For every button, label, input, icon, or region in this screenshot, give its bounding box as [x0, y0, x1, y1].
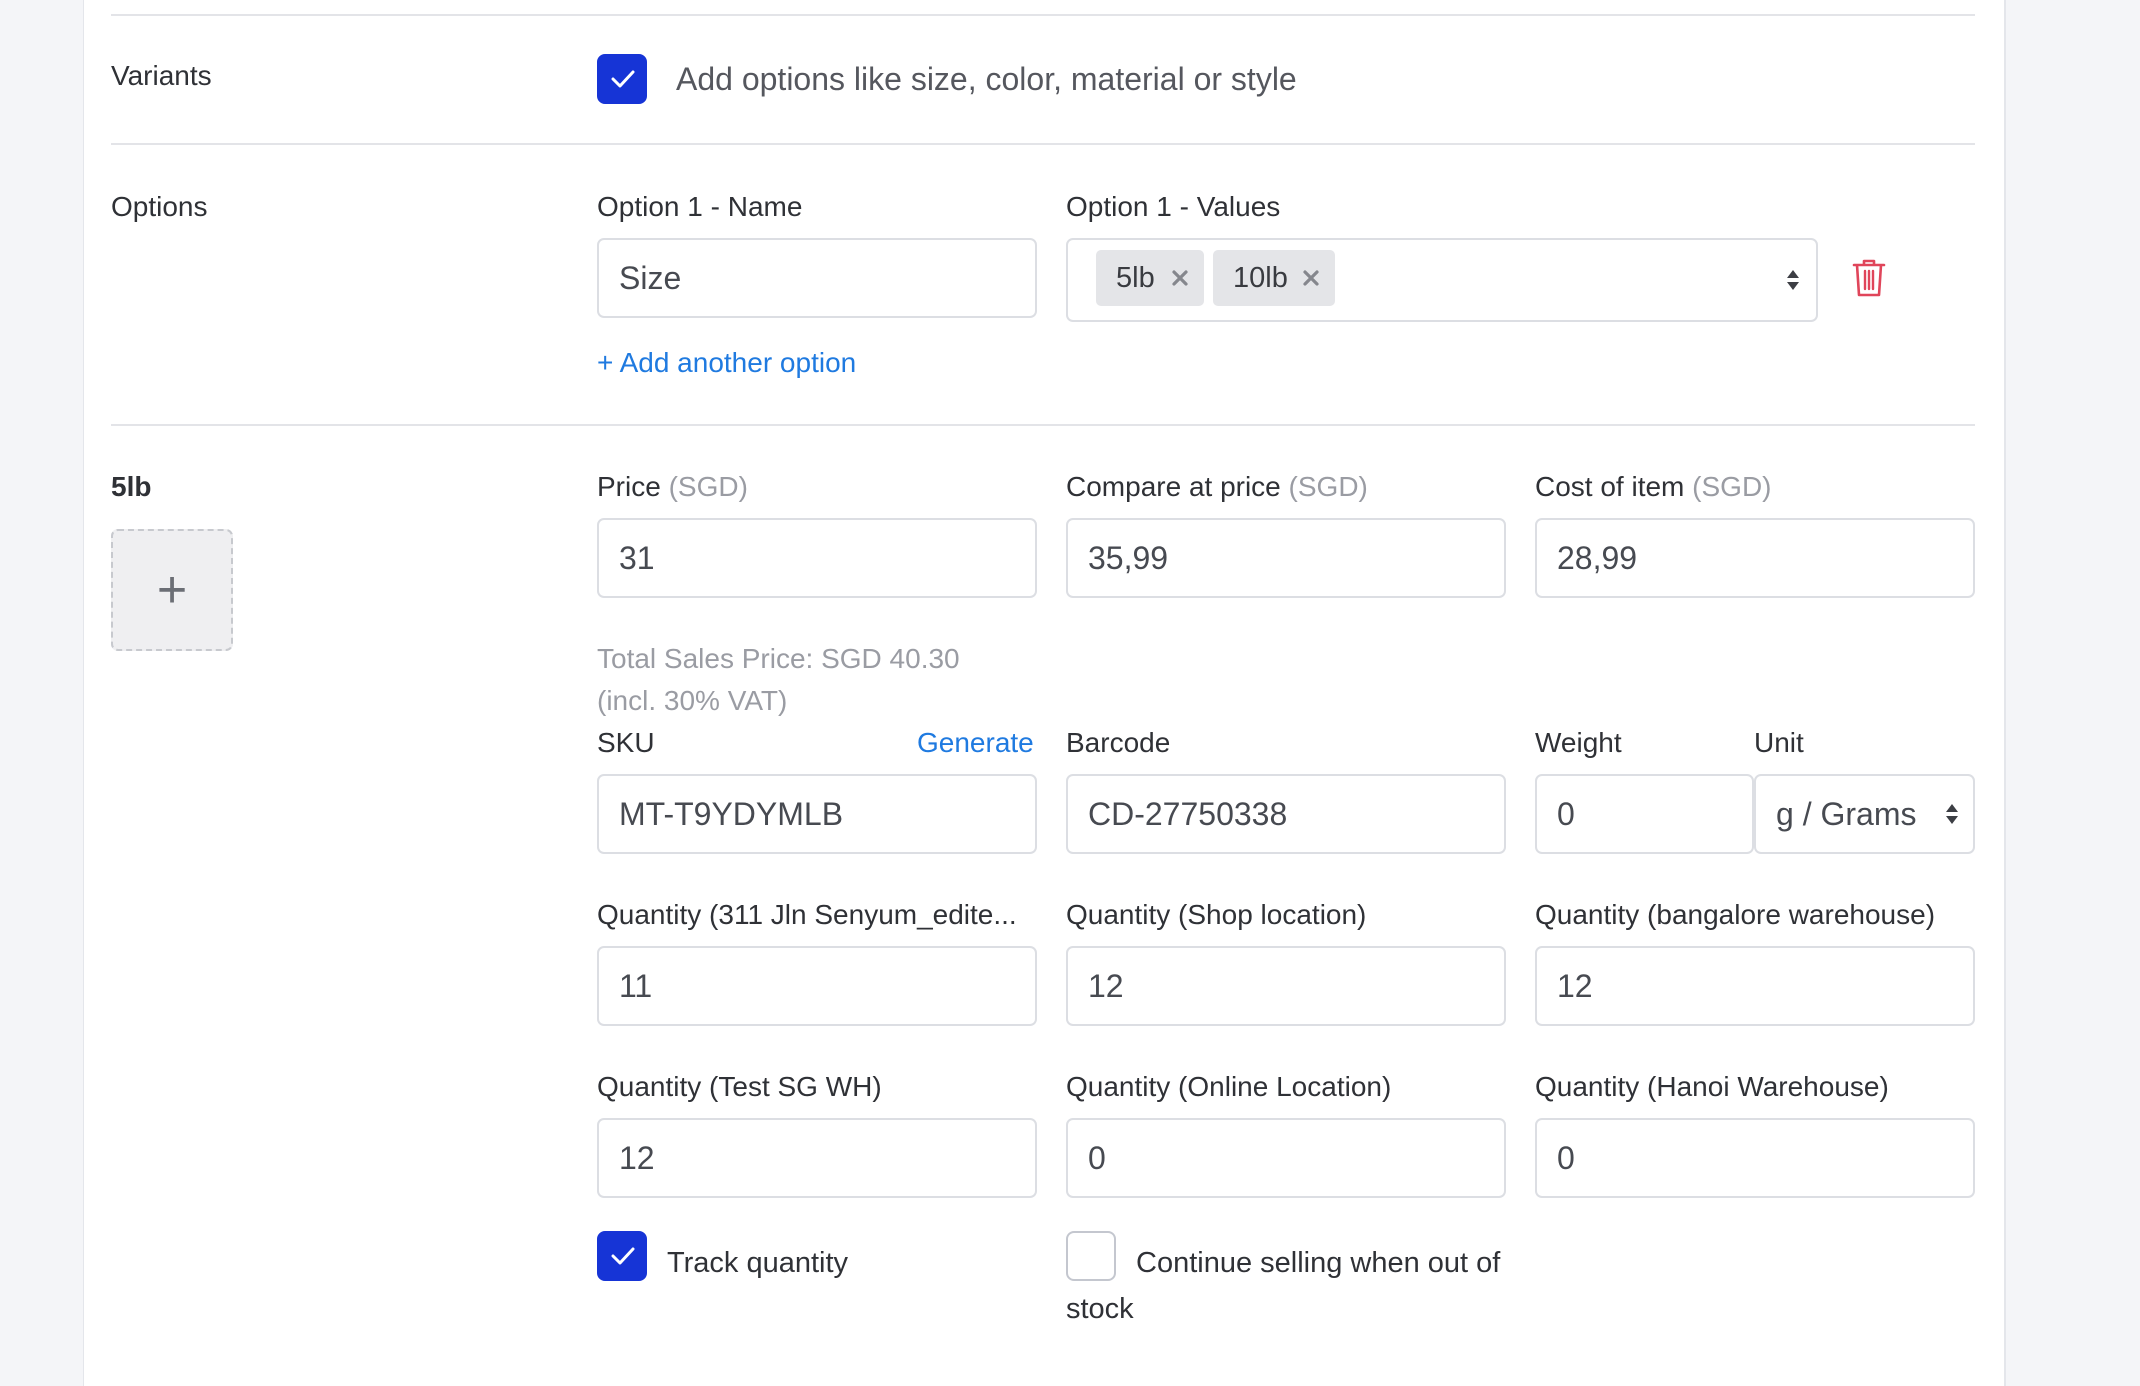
cost-label-text: Cost of item [1535, 471, 1685, 502]
sku-input[interactable]: MT-T9YDYMLB [597, 774, 1037, 854]
unit-select[interactable]: g / Grams [1754, 774, 1975, 854]
weight-label: Weight [1535, 727, 1622, 758]
price-value: 31 [619, 539, 655, 576]
select-arrows-icon [1787, 270, 1799, 290]
plus-icon: + [156, 561, 188, 619]
tag-label: 5lb [1116, 261, 1155, 294]
options-label: Options [111, 191, 208, 222]
variants-checkbox[interactable] [597, 54, 647, 104]
quantity-input[interactable]: 0 [1535, 1118, 1975, 1198]
quantity-label: Quantity (Test SG WH) [597, 1071, 882, 1102]
option-name-label: Option 1 - Name [597, 191, 803, 222]
compare-price-label: Compare at price (SGD) [1066, 471, 1368, 503]
checkmark-icon [611, 70, 635, 88]
quantity-input[interactable]: 12 [597, 1118, 1037, 1198]
option-name-value: Size [619, 259, 682, 296]
track-quantity-checkbox[interactable] [597, 1231, 647, 1281]
divider [111, 424, 1975, 426]
quantity-value: 0 [1557, 1139, 1575, 1176]
variant-title: 5lb [111, 471, 152, 502]
continue-selling-line-2: stock [1066, 1293, 1134, 1325]
quantity-input[interactable]: 11 [597, 946, 1037, 1026]
barcode-value: CD-27750338 [1088, 795, 1288, 832]
quantity-label: Quantity (Shop location) [1066, 899, 1367, 930]
variants-checkbox-label: Add options like size, color, material o… [676, 61, 1297, 97]
remove-tag-icon[interactable] [1301, 268, 1321, 288]
cost-currency: (SGD) [1692, 471, 1772, 502]
quantity-value: 12 [1088, 967, 1124, 1004]
option-value-tag: 5lb [1096, 250, 1204, 306]
track-quantity-label: Track quantity [667, 1247, 849, 1279]
select-arrows-icon [1946, 804, 1958, 824]
continue-selling-label: Continue selling when out of stock [1066, 1240, 1526, 1332]
sku-value: MT-T9YDYMLB [619, 795, 844, 832]
compare-price-currency: (SGD) [1288, 471, 1368, 502]
total-sales-line-1: Total Sales Price: SGD 40.30 [597, 643, 960, 674]
quantity-label: Quantity (311 Jln Senyum_edite... [597, 899, 1017, 930]
option-values-select[interactable]: 5lb 10lb [1066, 238, 1818, 322]
continue-selling-line-1: Continue selling when out of [1136, 1247, 1501, 1279]
checkmark-icon [611, 1247, 635, 1265]
barcode-input[interactable]: CD-27750338 [1066, 774, 1506, 854]
add-image-button[interactable]: + [111, 529, 233, 651]
option-values-label: Option 1 - Values [1066, 191, 1281, 222]
add-another-option-link[interactable]: + Add another option [597, 347, 856, 379]
quantity-value: 12 [619, 1139, 655, 1176]
cost-input[interactable]: 28,99 [1535, 518, 1975, 598]
quantity-value: 12 [1557, 967, 1593, 1004]
generate-sku-link[interactable]: Generate [917, 727, 1034, 759]
compare-price-label-text: Compare at price [1066, 471, 1281, 502]
remove-tag-icon[interactable] [1170, 268, 1190, 288]
trash-icon[interactable] [1852, 258, 1886, 298]
price-label: Price (SGD) [597, 471, 748, 503]
sku-label: SKU [597, 727, 655, 758]
barcode-label: Barcode [1066, 727, 1171, 758]
compare-price-value: 35,99 [1088, 539, 1169, 576]
quantity-input[interactable]: 0 [1066, 1118, 1506, 1198]
option-name-input[interactable]: Size [597, 238, 1037, 318]
variants-label: Variants [111, 60, 212, 91]
option-value-tag: 10lb [1213, 250, 1335, 306]
unit-label: Unit [1754, 727, 1804, 758]
weight-value: 0 [1557, 795, 1575, 832]
price-currency: (SGD) [668, 471, 748, 502]
total-sales-line-2: (incl. 30% VAT) [597, 685, 788, 716]
quantity-label: Quantity (bangalore warehouse) [1535, 899, 1936, 930]
price-input[interactable]: 31 [597, 518, 1037, 598]
quantity-label: Quantity (Online Location) [1066, 1071, 1392, 1102]
weight-input[interactable]: 0 [1535, 774, 1754, 854]
quantity-input[interactable]: 12 [1066, 946, 1506, 1026]
quantity-input[interactable]: 12 [1535, 946, 1975, 1026]
cost-label: Cost of item (SGD) [1535, 471, 1772, 503]
total-sales-price-text: Total Sales Price: SGD 40.30 (incl. 30% … [597, 638, 960, 722]
quantity-label: Quantity (Hanoi Warehouse) [1535, 1071, 1889, 1102]
price-label-text: Price [597, 471, 661, 502]
quantity-value: 0 [1088, 1139, 1106, 1176]
quantity-value: 11 [619, 967, 653, 1004]
unit-value: g / Grams [1776, 795, 1917, 832]
divider [111, 14, 1975, 16]
cost-value: 28,99 [1557, 539, 1638, 576]
tag-label: 10lb [1233, 261, 1288, 294]
divider [111, 143, 1975, 145]
compare-price-input[interactable]: 35,99 [1066, 518, 1506, 598]
